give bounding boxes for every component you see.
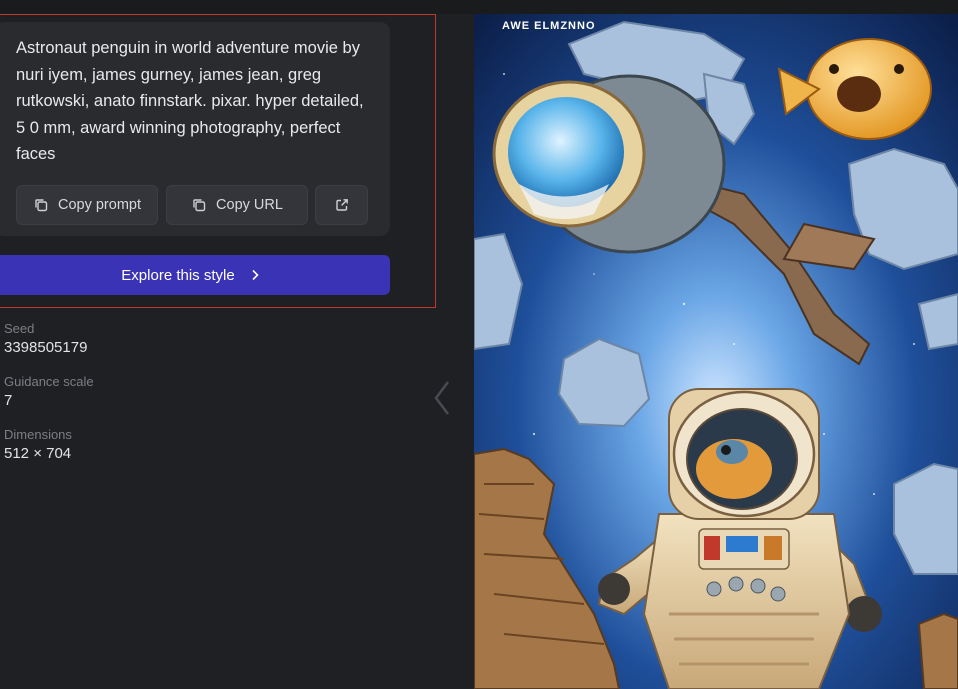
copy-url-button[interactable]: Copy URL xyxy=(166,185,308,225)
top-bar xyxy=(0,0,958,14)
prompt-card: Astronaut penguin in world adventure mov… xyxy=(0,22,390,236)
explore-style-label: Explore this style xyxy=(121,266,235,284)
chevron-left-icon xyxy=(434,381,449,415)
seed-value: 3398505179 xyxy=(4,339,88,356)
external-link-icon xyxy=(334,197,350,213)
seed-label: Seed xyxy=(4,321,35,336)
copy-icon xyxy=(33,197,49,213)
dimensions-value: 512 × 704 xyxy=(4,445,72,462)
chevron-right-icon xyxy=(247,267,263,283)
dimensions-field: Dimensions 512 × 704 xyxy=(4,427,72,462)
guidance-field: Guidance scale 7 xyxy=(4,374,94,409)
open-external-button[interactable] xyxy=(315,185,368,225)
seed-field: Seed 3398505179 xyxy=(4,321,87,356)
generated-image[interactable]: AWE ELMZNNO xyxy=(474,14,958,689)
copy-prompt-button[interactable]: Copy prompt xyxy=(16,185,158,225)
explore-style-button[interactable]: Explore this style xyxy=(0,255,390,295)
copy-icon xyxy=(191,197,207,213)
copy-prompt-label: Copy prompt xyxy=(57,197,141,213)
dimensions-label: Dimensions xyxy=(4,427,72,442)
image-watermark: AWE ELMZNNO xyxy=(502,20,596,32)
previous-image-button[interactable] xyxy=(430,378,454,418)
guidance-label: Guidance scale xyxy=(4,374,94,389)
copy-url-label: Copy URL xyxy=(216,197,283,213)
prompt-text: Astronaut penguin in world adventure mov… xyxy=(16,39,364,163)
guidance-value: 7 xyxy=(4,392,13,409)
astronaut-artwork: AWE ELMZNNO xyxy=(474,14,958,689)
app-root: Astronaut penguin in world adventure mov… xyxy=(0,0,958,689)
